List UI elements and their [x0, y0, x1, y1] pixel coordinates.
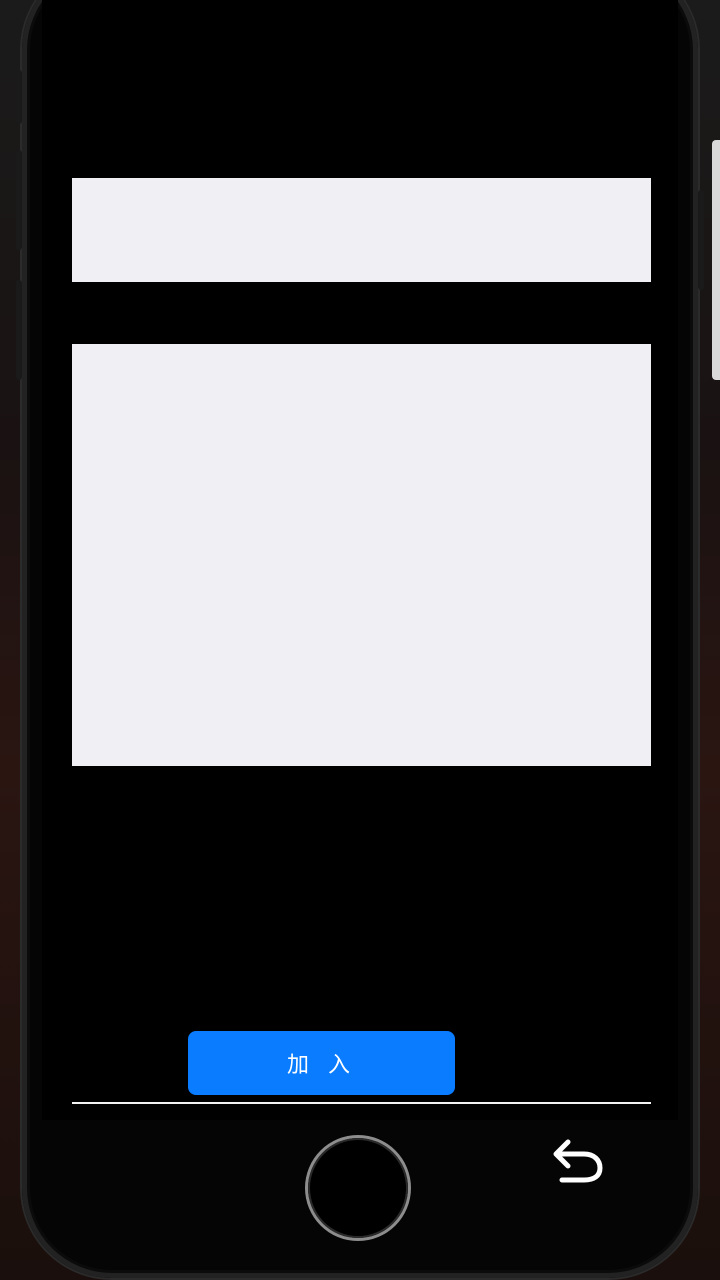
- volume-down-button: [16, 280, 22, 380]
- join-button[interactable]: 加 入: [188, 1031, 455, 1095]
- volume-up-button: [16, 150, 22, 250]
- mute-switch: [16, 70, 22, 124]
- home-button[interactable]: [308, 1138, 408, 1238]
- scroll-indicator[interactable]: [712, 140, 720, 380]
- app-screen: [42, 0, 678, 1120]
- power-button: [698, 190, 704, 290]
- bottom-divider: [72, 1102, 651, 1104]
- content-panel-top: [72, 178, 651, 282]
- undo-arrow-icon[interactable]: [550, 1130, 606, 1186]
- content-panel-main: [72, 344, 651, 766]
